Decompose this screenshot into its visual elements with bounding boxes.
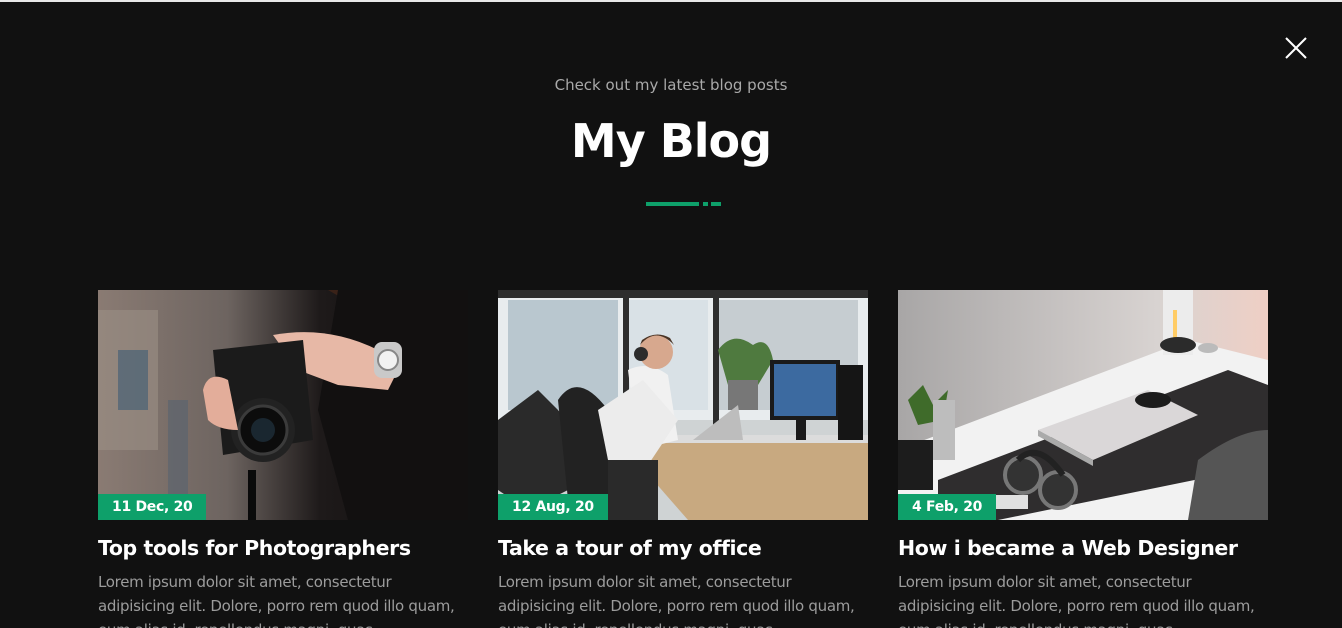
blog-card-title[interactable]: Top tools for Photographers — [98, 536, 468, 560]
desk-image — [898, 290, 1268, 520]
blog-card-title[interactable]: Take a tour of my office — [498, 536, 868, 560]
divider-line — [646, 202, 699, 206]
date-badge: 4 Feb, 20 — [898, 494, 997, 520]
blog-card-excerpt: Lorem ipsum dolor sit amet, consectetur … — [898, 573, 1255, 628]
blog-card-title[interactable]: How i became a Web Designer — [898, 536, 1268, 560]
date-badge: 11 Dec, 20 — [98, 494, 207, 520]
blog-card-excerpt: Lorem ipsum dolor sit amet, consectetur … — [98, 573, 455, 628]
close-button[interactable] — [1280, 32, 1312, 64]
blog-card-excerpt: Lorem ipsum dolor sit amet, consectetur … — [498, 573, 855, 628]
date-badge: 12 Aug, 20 — [498, 494, 608, 520]
close-icon[interactable] — [1280, 32, 1312, 64]
blog-card-image[interactable]: 12 Aug, 20 — [498, 290, 868, 520]
blog-card-image[interactable]: 11 Dec, 20 — [98, 290, 468, 520]
photographer-image — [98, 290, 468, 520]
blog-card: 12 Aug, 20 Take a tour of my office Lore… — [498, 290, 868, 628]
title-divider — [646, 202, 722, 206]
blog-card: 11 Dec, 20 Top tools for Photographers L… — [98, 290, 468, 628]
blog-card: 4 Feb, 20 How i became a Web Designer Lo… — [898, 290, 1268, 628]
blog-card-image[interactable]: 4 Feb, 20 — [898, 290, 1268, 520]
blog-modal: Check out my latest blog posts My Blog 1… — [0, 0, 1342, 628]
section-subtitle: Check out my latest blog posts — [554, 76, 788, 94]
office-image — [498, 290, 868, 520]
divider-dash — [711, 202, 721, 206]
divider-dot — [703, 202, 708, 206]
section-title: My Blog — [570, 114, 772, 168]
